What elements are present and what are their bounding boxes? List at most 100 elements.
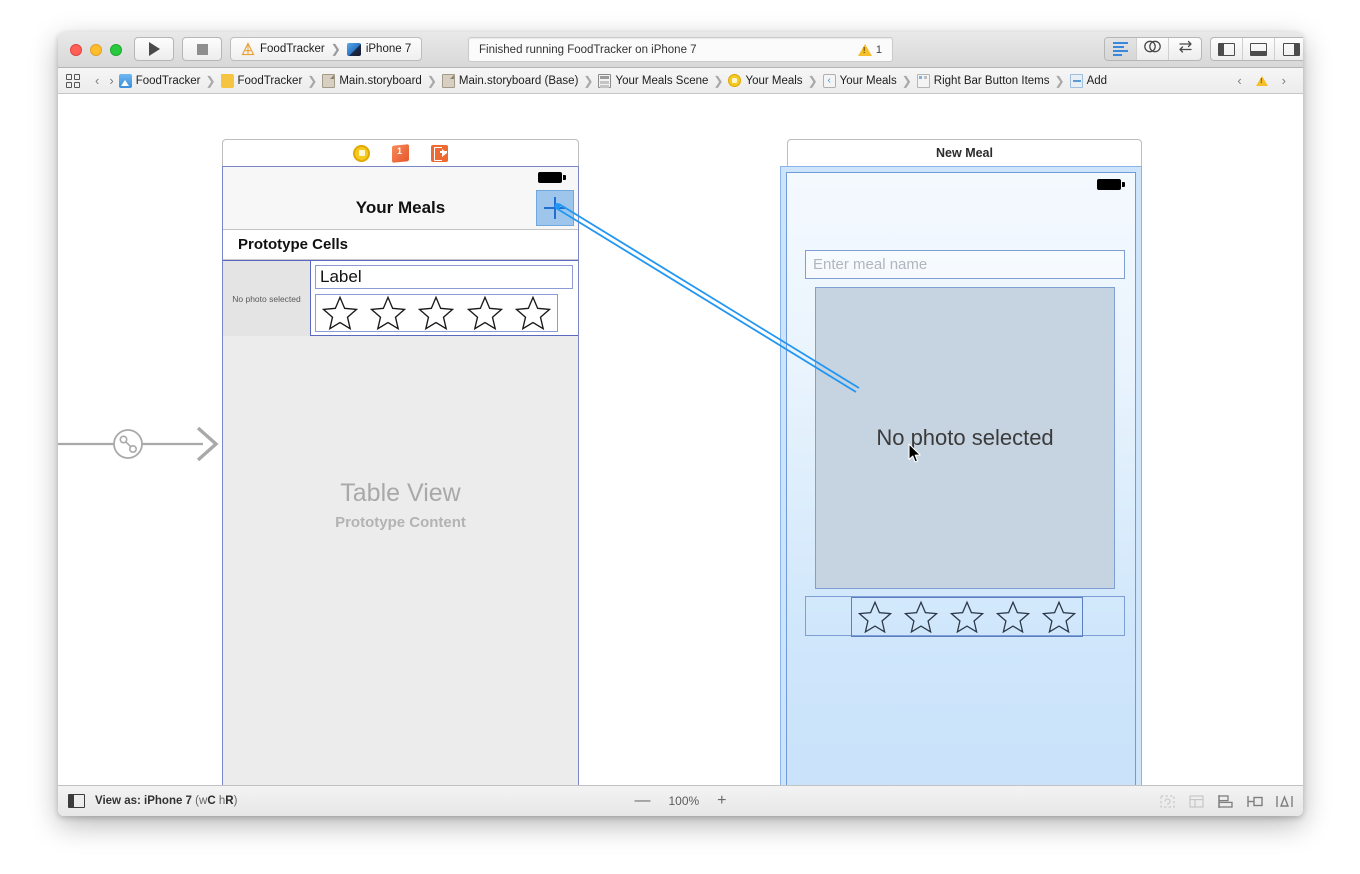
mouse-cursor bbox=[908, 443, 921, 463]
activity-status-bar[interactable]: Finished running FoodTracker on iPhone 7… bbox=[468, 37, 893, 62]
jumpbar-back-button[interactable]: ‹ bbox=[95, 73, 99, 88]
storyboard-canvas[interactable]: Your Meals Prototype Cells No photo sele… bbox=[58, 94, 1303, 785]
breadcrumb-item-right-bar-button-items[interactable]: Right Bar Button Items bbox=[916, 73, 1050, 88]
breadcrumb-item-storyboard[interactable]: Main.storyboard bbox=[322, 73, 422, 88]
your-meals-view-controller[interactable]: Your Meals Prototype Cells No photo sele… bbox=[222, 166, 579, 785]
new-meal-scene-highlight[interactable]: Enter meal name No photo selected bbox=[780, 166, 1142, 785]
breadcrumb-item-navigation-item[interactable]: ‹ Your Meals bbox=[822, 73, 897, 88]
breadcrumb-separator: ❯ bbox=[807, 73, 818, 88]
add-bar-button-item[interactable] bbox=[536, 190, 574, 226]
breadcrumb-item-scene[interactable]: Your Meals Scene bbox=[598, 73, 709, 88]
breadcrumb-separator: ❯ bbox=[426, 73, 437, 88]
breadcrumb-label: Main.storyboard (Base) bbox=[458, 74, 579, 87]
rating-control-container[interactable] bbox=[805, 596, 1125, 637]
meal-name-text-field[interactable]: Enter meal name bbox=[805, 250, 1125, 279]
pin-icon[interactable] bbox=[1246, 794, 1264, 809]
view-as-prefix: View as: bbox=[95, 795, 141, 807]
embed-in-icon[interactable] bbox=[1188, 794, 1206, 809]
bar-button-items-icon bbox=[916, 73, 930, 88]
initial-view-controller-arrow bbox=[58, 426, 219, 462]
prototype-table-cell[interactable]: No photo selected Label bbox=[223, 260, 578, 337]
update-frames-icon[interactable] bbox=[1159, 794, 1177, 809]
star-icon bbox=[321, 295, 359, 331]
breadcrumb-separator: ❯ bbox=[583, 73, 594, 88]
cell-rating-control[interactable] bbox=[315, 294, 558, 332]
battery-icon bbox=[1097, 179, 1125, 190]
exit-dock-icon[interactable] bbox=[431, 144, 448, 162]
view-controller-dock-icon[interactable] bbox=[353, 144, 370, 162]
first-responder-dock-icon[interactable] bbox=[392, 143, 409, 163]
warning-triangle-icon bbox=[857, 43, 872, 56]
warning-count: 1 bbox=[875, 43, 882, 56]
related-items-icon[interactable] bbox=[66, 73, 80, 88]
warning-triangle-icon[interactable] bbox=[1255, 75, 1268, 86]
scene-new-meal[interactable]: New Meal Enter meal name No photo select… bbox=[780, 139, 1142, 785]
new-meal-view-controller[interactable]: Enter meal name No photo selected bbox=[786, 172, 1136, 785]
xcode-window: FoodTracker ❯ iPhone 7 Finished running … bbox=[58, 32, 1303, 816]
utilities-toggle-button[interactable] bbox=[1275, 38, 1303, 60]
run-button[interactable] bbox=[134, 37, 174, 61]
status-warning-badge[interactable]: 1 bbox=[857, 43, 892, 56]
version-editor-button[interactable] bbox=[1169, 38, 1201, 60]
assistant-editor-icon bbox=[1143, 40, 1162, 58]
maximize-window-button[interactable] bbox=[110, 44, 122, 56]
trait-height: R bbox=[225, 795, 234, 807]
resolve-issues-icon[interactable] bbox=[1275, 794, 1293, 809]
assistant-editor-button[interactable] bbox=[1137, 38, 1169, 60]
breadcrumb-label: Your Meals bbox=[745, 74, 803, 87]
breadcrumb-separator: ❯ bbox=[307, 73, 318, 88]
breadcrumb-item-folder[interactable]: FoodTracker bbox=[220, 73, 302, 88]
meal-photo-image-view[interactable]: No photo selected bbox=[815, 287, 1115, 589]
breadcrumb-label: Add bbox=[1086, 74, 1108, 87]
jump-bar: ‹ › FoodTracker ❯ FoodTracker ❯ Main.sto… bbox=[58, 68, 1303, 94]
photo-placeholder-text: No photo selected bbox=[876, 425, 1054, 450]
battery-icon bbox=[538, 172, 566, 183]
scene-your-meals[interactable]: Your Meals Prototype Cells No photo sele… bbox=[222, 139, 579, 785]
view-as-device: iPhone 7 bbox=[144, 795, 192, 807]
next-issue-button[interactable]: › bbox=[1282, 73, 1286, 88]
scene-title-bar: New Meal bbox=[787, 139, 1142, 166]
status-message: Finished running FoodTracker on iPhone 7 bbox=[479, 43, 697, 56]
scene-title: New Meal bbox=[936, 146, 993, 160]
zoom-out-button[interactable]: — bbox=[634, 792, 650, 810]
table-view[interactable]: Table View Prototype Content bbox=[223, 336, 578, 785]
breadcrumb-item-view-controller[interactable]: Your Meals bbox=[728, 74, 803, 87]
breadcrumb-separator: ❯ bbox=[901, 73, 912, 88]
star-icon bbox=[995, 600, 1031, 634]
view-as-label[interactable]: View as: iPhone 7 (wC hR) bbox=[95, 795, 237, 807]
view-as-icon[interactable] bbox=[68, 794, 85, 808]
zoom-in-button[interactable]: + bbox=[717, 792, 726, 810]
cell-photo-placeholder[interactable]: No photo selected bbox=[223, 261, 311, 337]
breadcrumb-item-add[interactable]: Add bbox=[1069, 73, 1108, 88]
breadcrumb-separator: ❯ bbox=[713, 73, 724, 88]
standard-editor-button[interactable] bbox=[1105, 38, 1137, 60]
cell-name-label[interactable]: Label bbox=[315, 265, 573, 289]
window-titlebar: FoodTracker ❯ iPhone 7 Finished running … bbox=[58, 32, 1303, 68]
jumpbar-forward-button[interactable]: › bbox=[109, 73, 113, 88]
breadcrumb-item-project[interactable]: FoodTracker bbox=[118, 73, 200, 88]
scheme-destination-label: iPhone 7 bbox=[365, 43, 412, 55]
scheme-selector[interactable]: FoodTracker ❯ iPhone 7 bbox=[230, 37, 423, 61]
breadcrumb-item-storyboard-base[interactable]: Main.storyboard (Base) bbox=[441, 73, 579, 88]
breadcrumb-label: Your Meals Scene bbox=[615, 74, 709, 87]
rating-control[interactable] bbox=[851, 597, 1083, 637]
navigator-toggle-button[interactable] bbox=[1211, 38, 1243, 60]
panel-toggle-group bbox=[1210, 37, 1303, 61]
star-icon bbox=[466, 295, 503, 331]
align-icon[interactable] bbox=[1217, 794, 1235, 809]
breadcrumb-label: Your Meals bbox=[839, 74, 897, 87]
ios-status-bar bbox=[223, 167, 578, 187]
star-icon bbox=[1041, 600, 1077, 634]
app-icon bbox=[241, 42, 255, 56]
close-window-button[interactable] bbox=[70, 44, 82, 56]
previous-issue-button[interactable]: ‹ bbox=[1237, 73, 1241, 88]
canvas-bottom-bar: View as: iPhone 7 (wC hR) — 100% + bbox=[58, 785, 1303, 816]
debug-toggle-button[interactable] bbox=[1243, 38, 1275, 60]
breadcrumb-separator: ❯ bbox=[205, 73, 216, 88]
scheme-target-label: FoodTracker bbox=[260, 43, 325, 55]
star-icon bbox=[514, 295, 551, 331]
editor-mode-group bbox=[1104, 37, 1202, 61]
stop-button[interactable] bbox=[182, 37, 222, 61]
minimize-window-button[interactable] bbox=[90, 44, 102, 56]
table-view-title: Table View bbox=[340, 478, 461, 507]
